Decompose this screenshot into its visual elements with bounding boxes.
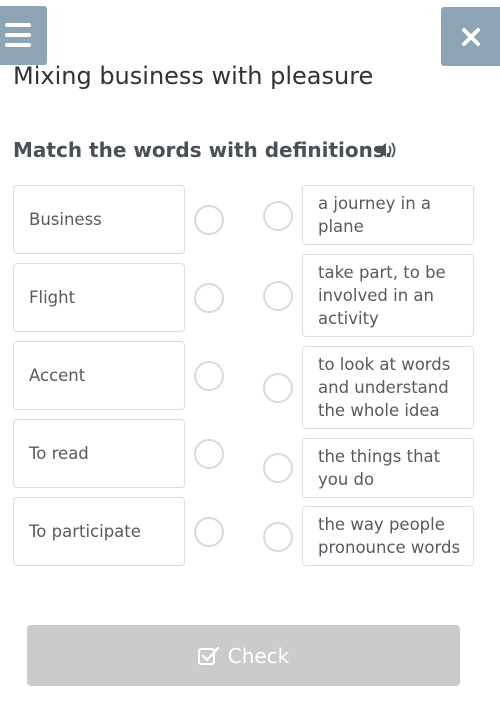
check-button-label: Check — [227, 643, 290, 668]
definition-line: pronounce words — [318, 538, 461, 557]
definition-card-look-at-words[interactable]: to look at words and understand the whol… — [302, 346, 474, 429]
definition-connector-radio-1[interactable] — [263, 201, 293, 231]
word-label: To read — [29, 444, 89, 463]
definition-connector-radio-5[interactable] — [263, 522, 293, 552]
speaker-icon[interactable] — [376, 141, 398, 159]
definition-connector-radio-2[interactable] — [263, 281, 293, 311]
menu-button[interactable] — [0, 6, 47, 65]
definition-line: to look at words — [318, 355, 451, 374]
definition-connector-radio-3[interactable] — [263, 373, 293, 403]
close-x-icon — [462, 28, 480, 46]
definition-line: plane — [318, 217, 364, 236]
word-card-to-participate[interactable]: To participate — [13, 497, 185, 566]
page-title: Mixing business with pleasure — [13, 62, 374, 90]
definition-line: take part, to be — [318, 263, 446, 282]
word-label: Accent — [29, 366, 86, 385]
definition-line: the whole idea — [318, 401, 440, 420]
definition-card-things-you-do[interactable]: the things that you do — [302, 438, 474, 498]
definition-line: and understand — [318, 378, 449, 397]
word-connector-radio-1[interactable] — [194, 205, 224, 235]
word-connector-radio-4[interactable] — [194, 439, 224, 469]
word-connector-radio-3[interactable] — [194, 361, 224, 391]
word-card-business[interactable]: Business — [13, 185, 185, 254]
word-connector-radio-5[interactable] — [194, 517, 224, 547]
hamburger-menu-icon — [5, 23, 31, 27]
definition-line: activity — [318, 309, 379, 328]
word-card-to-read[interactable]: To read — [13, 419, 185, 488]
definition-line: the things that — [318, 447, 441, 466]
close-button[interactable] — [441, 7, 500, 66]
word-label: Business — [29, 210, 102, 229]
check-button[interactable]: Check — [27, 625, 460, 686]
word-card-accent[interactable]: Accent — [13, 341, 185, 410]
definition-card-journey[interactable]: a journey in a plane — [302, 185, 474, 245]
definition-card-pronounce[interactable]: the way people pronounce words — [302, 506, 474, 566]
definition-connector-radio-4[interactable] — [263, 453, 293, 483]
definition-line: involved in an — [318, 286, 434, 305]
word-label: To participate — [29, 522, 141, 541]
word-card-flight[interactable]: Flight — [13, 263, 185, 332]
instruction-text: Match the words with definitions. — [13, 138, 393, 162]
definition-line: a journey in a — [318, 194, 432, 213]
definition-card-take-part[interactable]: take part, to be involved in an activity — [302, 254, 474, 337]
definition-line: you do — [318, 470, 375, 489]
word-label: Flight — [29, 288, 76, 307]
checkbox-icon — [197, 646, 219, 665]
word-connector-radio-2[interactable] — [194, 283, 224, 313]
definition-line: the way people — [318, 515, 445, 534]
